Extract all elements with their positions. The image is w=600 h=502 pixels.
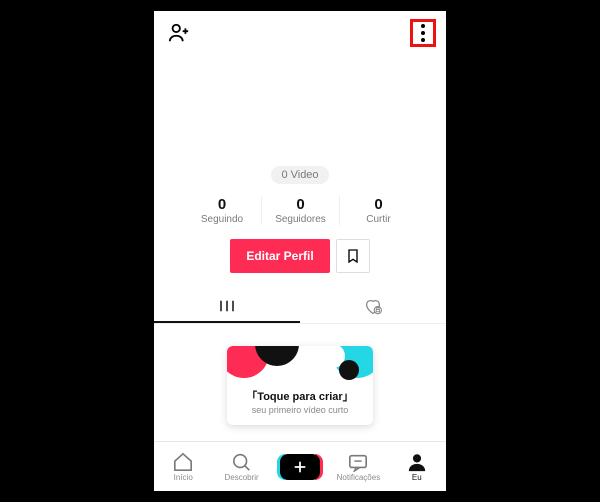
- person-add-icon: [168, 22, 190, 44]
- create-button[interactable]: [280, 454, 320, 480]
- nav-discover[interactable]: Descobrir: [212, 452, 270, 482]
- app-frame: 0 Video 0 Seguindo 0 Seguidores 0 Curtir…: [15, 11, 585, 491]
- nav-me[interactable]: Eu: [388, 452, 446, 482]
- home-icon: [172, 452, 194, 472]
- nav-inbox[interactable]: Notificações: [329, 452, 387, 482]
- plus-icon: [293, 460, 307, 474]
- edit-profile-button[interactable]: Editar Perfil: [230, 239, 329, 273]
- followers-stat[interactable]: 0 Seguidores: [261, 196, 339, 225]
- create-first-video-card[interactable]: 「Toque para criar」 seu primeiro vídeo cu…: [227, 346, 373, 425]
- followers-count: 0: [262, 196, 339, 213]
- nav-create[interactable]: [271, 454, 329, 480]
- nav-home[interactable]: Início: [154, 452, 212, 482]
- tab-liked[interactable]: [300, 291, 446, 323]
- promo-artwork: [227, 346, 373, 384]
- promo-subtitle: seu primeiro vídeo curto: [227, 405, 373, 415]
- likes-label: Curtir: [340, 214, 417, 225]
- profile-actions: Editar Perfil: [154, 239, 446, 273]
- nav-discover-label: Descobrir: [224, 473, 258, 482]
- dots-icon: [421, 24, 425, 28]
- heart-lock-icon: [363, 299, 383, 315]
- promo-title: 「Toque para criar」: [227, 388, 373, 404]
- bookmark-icon: [345, 247, 361, 265]
- tab-videos[interactable]: [154, 291, 300, 323]
- nav-inbox-label: Notificações: [337, 473, 381, 482]
- inbox-icon: [347, 452, 369, 472]
- more-options-button[interactable]: [419, 24, 427, 42]
- likes-count: 0: [340, 196, 417, 213]
- top-bar: [154, 11, 446, 51]
- likes-stat[interactable]: 0 Curtir: [339, 196, 417, 225]
- phone-screen: 0 Video 0 Seguindo 0 Seguidores 0 Curtir…: [154, 11, 446, 491]
- add-friend-button[interactable]: [168, 22, 190, 44]
- following-stat[interactable]: 0 Seguindo: [183, 196, 261, 225]
- person-icon: [406, 452, 428, 472]
- profile-stats: 0 Seguindo 0 Seguidores 0 Curtir: [154, 196, 446, 225]
- more-options-highlight: [410, 19, 436, 47]
- followers-label: Seguidores: [262, 214, 339, 225]
- video-count-pill: 0 Video: [271, 166, 328, 184]
- profile-tabs: [154, 291, 446, 324]
- bookmarks-button[interactable]: [336, 239, 370, 273]
- bottom-nav: Início Descobrir: [154, 441, 446, 491]
- following-label: Seguindo: [183, 214, 261, 225]
- grid-icon: [218, 299, 236, 313]
- search-icon: [231, 452, 253, 472]
- nav-home-label: Início: [174, 473, 193, 482]
- nav-me-label: Eu: [412, 473, 422, 482]
- following-count: 0: [183, 196, 261, 213]
